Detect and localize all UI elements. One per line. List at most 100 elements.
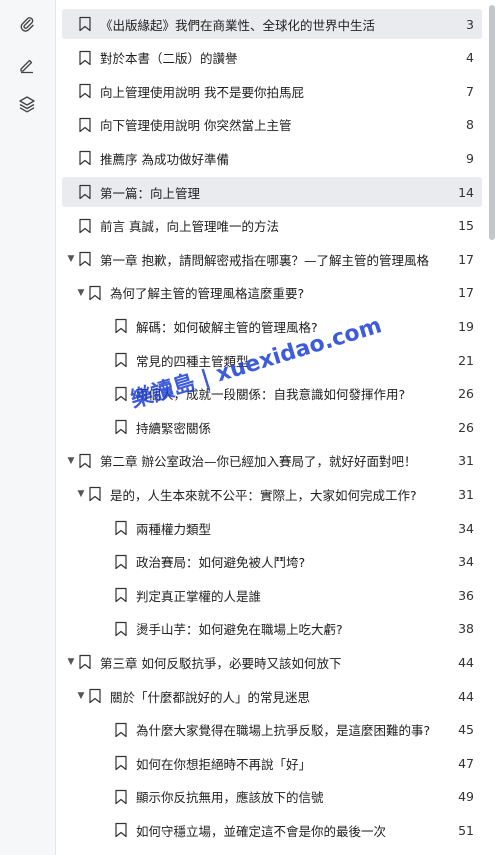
- bookmark-icon: [79, 184, 91, 200]
- toc-item[interactable]: 燙手山芋：如何避免在職場上吃大虧? 38: [62, 614, 482, 644]
- toc-item-title: 為何了解主管的管理風格這麼重要?: [110, 286, 305, 302]
- toc-item-page: 31: [458, 453, 474, 469]
- toc-item-title: 判定真正掌權的人是誰: [136, 588, 262, 604]
- toc-item-page: 9: [466, 150, 474, 166]
- toc-item[interactable]: 對於本書（二版）的讚譽 4: [62, 43, 482, 73]
- toc-item-page: 45: [458, 722, 474, 738]
- toc-item-title: 第一篇：向上管理: [100, 185, 201, 201]
- bookmark-icon: [79, 218, 91, 233]
- expand-arrow-icon[interactable]: ▼: [66, 254, 76, 264]
- bookmark-icon: [115, 420, 127, 435]
- bookmark-icon: [115, 319, 127, 334]
- toc-item[interactable]: ▼ 是的，人生本來就不公平：實際上，大家如何完成工作? 31: [62, 479, 482, 509]
- bookmark-icon: [79, 453, 91, 468]
- toc-item[interactable]: 兩種權力類型 34: [62, 513, 482, 543]
- toc-item-title: 向上管理使用說明 我不是要你拍馬屁: [100, 84, 304, 100]
- layers-icon[interactable]: [16, 93, 38, 115]
- toc-item[interactable]: ▼ 為何了解主管的管理風格這麼重要? 17: [62, 278, 482, 308]
- toc-item-title: 如何在你想拒絕時不再說「好」: [136, 756, 312, 772]
- toc-item-page: 47: [458, 755, 474, 771]
- scrollbar-thumb[interactable]: [489, 5, 495, 240]
- bookmark-icon: [79, 16, 91, 32]
- toc-item[interactable]: 第一篇：向上管理 14: [62, 177, 482, 207]
- toc-item-page: 21: [458, 352, 474, 368]
- toc-item-page: 38: [458, 621, 474, 637]
- bookmark-icon: [115, 386, 127, 401]
- toc-item[interactable]: 向上管理使用說明 我不是要你拍馬屁 7: [62, 76, 482, 106]
- toc-item-page: 36: [458, 587, 474, 603]
- toc-item-title: 解碼：如何破解主管的管理風格?: [136, 319, 318, 335]
- toc-item-page: 34: [458, 554, 474, 570]
- toc-item[interactable]: 持續緊密關係 26: [62, 412, 482, 442]
- expand-arrow-icon[interactable]: ▼: [76, 288, 86, 298]
- toc-item[interactable]: 為什麼大家覺得在職場上抗爭反駁，是這麼困難的事? 45: [62, 715, 482, 745]
- toc-item-page: 15: [458, 218, 474, 234]
- toc-item-page: 4: [466, 50, 474, 66]
- bookmark-icon: [115, 823, 127, 838]
- expand-arrow-icon[interactable]: ▼: [66, 456, 76, 466]
- toc-item-title: 為什麼大家覺得在職場上抗爭反駁，是這麼困難的事?: [136, 723, 431, 739]
- toc-item-page: 7: [466, 83, 474, 99]
- toc-item-title: 對於本書（二版）的讚譽: [100, 51, 238, 67]
- toc-item-page: 19: [458, 318, 474, 334]
- toc-item[interactable]: ▼ 第一章 抱歉，請問解密戒指在哪裏？—了解主管的管理風格 17: [62, 244, 482, 274]
- scrollbar[interactable]: [486, 0, 498, 855]
- toc-item-page: 34: [458, 520, 474, 536]
- bookmark-icon: [115, 756, 127, 771]
- bookmark-icon: [115, 520, 127, 536]
- toc-item-title: 是的，人生本來就不公平：實際上，大家如何完成工作?: [110, 487, 417, 503]
- toc-item[interactable]: ▼ 關於「什麼都說好的人」的常見迷思 44: [62, 681, 482, 711]
- toc-item[interactable]: 政治賽局：如何避免被人鬥垮? 34: [62, 547, 482, 577]
- toc-item-title: 第二章 辦公室政治—你已經加入賽局了，就好好面對吧！: [100, 454, 417, 470]
- toc-item-title: 顯示你反抗無用，應該放下的信號: [136, 790, 324, 806]
- toc-item[interactable]: ▼ 第二章 辦公室政治—你已經加入賽局了，就好好面對吧！ 31: [62, 446, 482, 476]
- toc-item[interactable]: 推薦序 為成功做好準備 9: [62, 143, 482, 173]
- bookmark-icon: [89, 688, 101, 704]
- toc-item-page: 14: [458, 184, 474, 200]
- toc-item-title: 燙手山芋：如何避免在職場上吃大虧?: [136, 622, 343, 638]
- toc-item[interactable]: 《出版緣起》我們在商業性、全球化的世界中生活 3: [62, 9, 482, 39]
- bookmark-icon: [115, 588, 127, 603]
- toc-item[interactable]: 如何守穩立場，並確定這不會是你的最後一次 51: [62, 815, 482, 845]
- toc-item[interactable]: 判定真正掌權的人是誰 36: [62, 580, 482, 610]
- toc-item[interactable]: ▼ 第三章 如何反駁抗爭，必要時又該如何放下 44: [62, 647, 482, 677]
- toc-item-title: 前言 真誠，向上管理唯一的方法: [100, 219, 279, 235]
- toc-item-title: 第一章 抱歉，請問解密戒指在哪裏？—了解主管的管理風格: [100, 252, 429, 268]
- toc-item-title: 兩種權力類型: [136, 521, 212, 537]
- toc-item-title: 持續緊密關係: [136, 420, 212, 436]
- toc-item-page: 44: [458, 688, 474, 704]
- toc-item-page: 8: [466, 117, 474, 133]
- table-of-contents: 《出版緣起》我們在商業性、全球化的世界中生活 3 對於本書（二版）的讚譽 4 向上管理使…: [62, 0, 482, 855]
- toc-item-title: 《出版緣起》我們在商業性、全球化的世界中生活: [100, 17, 376, 33]
- toc-item-page: 49: [458, 789, 474, 805]
- toc-item-title: 關於「什麼都說好的人」的常見迷思: [110, 689, 311, 705]
- bookmark-icon: [115, 554, 127, 569]
- toc-item[interactable]: 前言 真誠，向上管理唯一的方法 15: [62, 211, 482, 241]
- toc-item-title: 如何守穩立場，並確定這不會是你的最後一次: [136, 823, 387, 839]
- bookmark-icon: [89, 285, 101, 300]
- toc-item-title: 政治賽局：如何避免被人鬥垮?: [136, 555, 306, 571]
- bookmark-icon: [79, 252, 91, 267]
- expand-arrow-icon[interactable]: ▼: [76, 691, 86, 701]
- bookmark-icon: [115, 352, 127, 368]
- bookmark-icon: [115, 789, 127, 804]
- pencil-icon[interactable]: [16, 54, 38, 76]
- bookmark-icon: [79, 655, 91, 670]
- toc-item[interactable]: 解碼：如何破解主管的管理風格? 19: [62, 311, 482, 341]
- paperclip-icon[interactable]: [16, 13, 38, 35]
- toc-item-title: 向下管理使用說明 你突然當上主管: [100, 118, 292, 134]
- toc-item[interactable]: 顯示你反抗無用，應該放下的信號 49: [62, 782, 482, 812]
- bookmark-icon: [79, 84, 91, 99]
- expand-arrow-icon[interactable]: ▼: [66, 657, 76, 667]
- bookmark-icon: [89, 487, 101, 502]
- toc-item-page: 17: [458, 251, 474, 267]
- expand-arrow-icon[interactable]: ▼: [76, 489, 86, 499]
- toc-item-page: 44: [458, 654, 474, 670]
- bookmark-icon: [115, 722, 127, 737]
- sidebar-rail: [0, 0, 56, 855]
- toc-item[interactable]: 如何在你想拒絕時不再說「好」 47: [62, 748, 482, 778]
- bookmark-icon: [79, 117, 91, 132]
- toc-item-page: 17: [458, 285, 474, 301]
- toc-item[interactable]: 向下管理使用說明 你突然當上主管 8: [62, 110, 482, 140]
- toc-item-page: 51: [458, 822, 474, 838]
